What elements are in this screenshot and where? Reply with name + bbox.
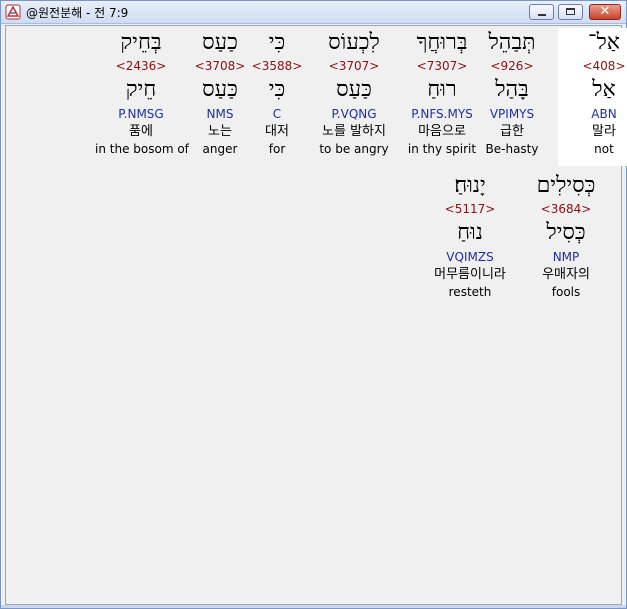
strong-number[interactable]: <408> xyxy=(558,58,627,75)
maximize-button[interactable] xyxy=(558,4,583,20)
hebrew-word: בְּחֵיק xyxy=(120,30,162,55)
korean-gloss: 머무름이니라 xyxy=(434,267,506,282)
window-title: @원전분해 - 전 7:9 xyxy=(26,6,129,20)
strong-number[interactable]: <7307> xyxy=(396,58,488,75)
lemma-word: חֵיק xyxy=(125,77,157,102)
word-block[interactable]: יָנוּחַ׃ <5117> נוּחַ VQIMZS 머무름이니라 rest… xyxy=(424,171,516,300)
morphology-code: P.NFS.MYS xyxy=(411,107,473,121)
minimize-button[interactable] xyxy=(529,4,554,20)
morphology-code: NMS xyxy=(206,107,234,121)
strong-number[interactable]: <3708> xyxy=(174,58,266,75)
morphology-code: P.NMSG xyxy=(118,107,164,121)
analysis-pane: אַל־ <408> אַל ABN 말라 not תְּבַהֵל <926>… xyxy=(5,25,627,605)
close-icon: ✕ xyxy=(599,4,611,19)
hebrew-word: כַעַס xyxy=(202,30,238,55)
english-gloss: fools xyxy=(551,285,581,299)
maximize-icon xyxy=(566,8,575,15)
english-gloss: in the bosom of xyxy=(95,142,189,156)
lemma-word: אַל xyxy=(592,77,616,102)
korean-gloss: 말라 xyxy=(592,124,616,139)
main-window: @원전분해 - 전 7:9 ✕ אַל־ <408> אַל ABN 말라 no… xyxy=(0,0,627,609)
english-gloss: in thy spirit xyxy=(407,142,477,156)
hebrew-word: אַל־ xyxy=(588,30,620,55)
minimize-icon xyxy=(538,14,546,16)
title-bar[interactable]: @원전분해 - 전 7:9 ✕ xyxy=(1,1,626,24)
korean-gloss: 노는 xyxy=(208,124,232,139)
morphology-code: ABN xyxy=(591,107,617,121)
morphology-code: VQIMZS xyxy=(446,250,494,264)
strong-number[interactable]: <5117> xyxy=(424,201,516,218)
lemma-word: רוּחַ xyxy=(427,77,457,102)
lemma-word: כְּסִיל xyxy=(546,220,586,245)
morphology-code: NMP xyxy=(552,250,580,264)
korean-gloss: 마음으로 xyxy=(418,124,466,139)
close-button[interactable]: ✕ xyxy=(589,4,621,20)
word-block[interactable]: כְּסִילִים <3684> כְּסִיל NMP 우매자의 fools xyxy=(520,171,612,300)
english-gloss: resteth xyxy=(448,285,492,299)
strong-number[interactable]: <3684> xyxy=(520,201,612,218)
word-block[interactable]: בְּרוּחֲךָ <7307> רוּחַ P.NFS.MYS 마음으로 i… xyxy=(396,28,488,157)
lemma-word: נוּחַ xyxy=(457,220,483,245)
word-block[interactable]: אַל־ <408> אַל ABN 말라 not xyxy=(558,28,627,166)
korean-gloss: 품에 xyxy=(129,124,153,139)
english-gloss: not xyxy=(594,142,614,156)
word-block[interactable]: כַעַס <3708> כַּעַס NMS 노는 anger xyxy=(174,28,266,157)
app-logo-icon xyxy=(5,4,21,20)
hebrew-word: כְּסִילִים xyxy=(536,173,596,198)
strong-number[interactable]: <2436> xyxy=(95,58,187,75)
hebrew-word: יָנוּחַ׃ xyxy=(454,173,486,198)
hebrew-word: בְּרוּחֲךָ xyxy=(416,30,468,55)
korean-gloss: 우매자의 xyxy=(542,267,590,282)
lemma-word: כַּעַס xyxy=(202,77,238,102)
window-bottom-border xyxy=(1,605,626,608)
word-block[interactable]: בְּחֵיק <2436> חֵיק P.NMSG 품에 in the bos… xyxy=(95,28,189,157)
